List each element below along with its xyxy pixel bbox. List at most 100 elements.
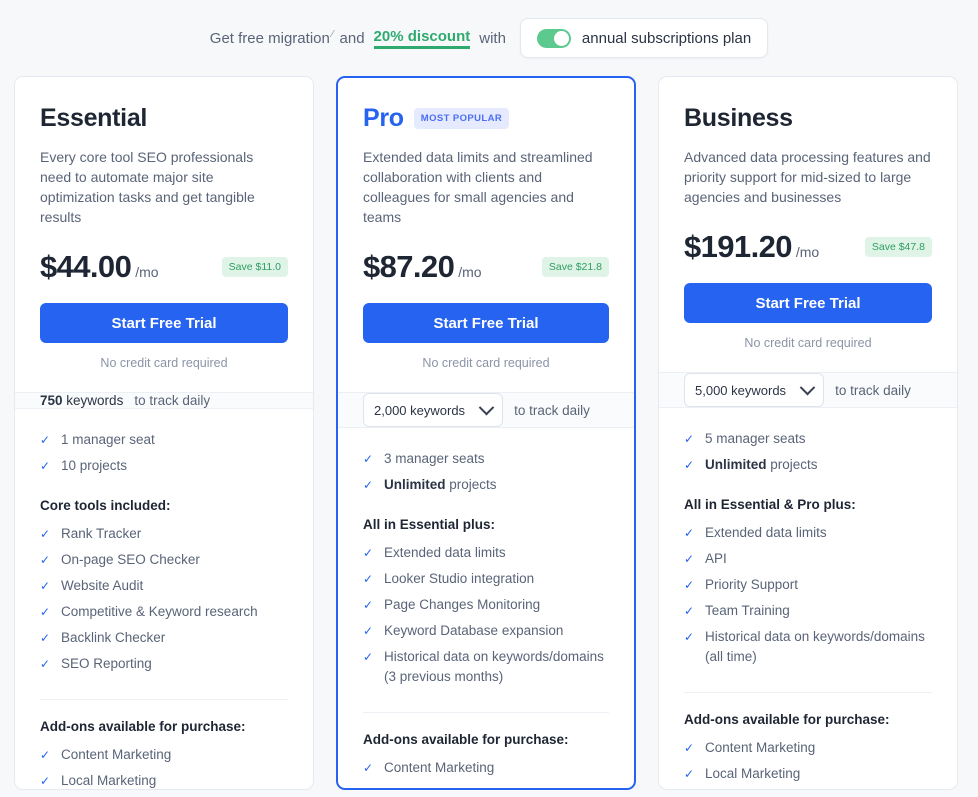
check-icon: ✓ [40,579,51,593]
start-free-trial-button[interactable]: Start Free Trial [363,303,609,343]
check-icon: ✓ [40,527,51,541]
plan-title-row: Pro MOST POPULAR [363,103,609,133]
feature-item: ✓ Extended data limits [684,520,932,546]
keywords-select[interactable]: 5,000 keywords [684,373,825,407]
annual-plan-switch[interactable] [536,28,571,48]
feature-item: ✓ SEO Reporting [40,651,288,677]
feature-list: ✓ Extended data limits ✓ Looker Studio inte… [363,540,609,690]
addon-item: ✓Manager seats [684,787,932,789]
addon-item-label: Local Marketing [61,773,157,788]
addons-list: ✓Content Marketing✓Local Marketing✓Manag… [40,742,288,789]
plan-price: $87.20 [363,249,455,284]
plan-name: Business [684,103,793,132]
addon-item: ✓ Local Marketing [684,761,932,787]
feature-item: ✓ Competitive & Keyword research [40,599,288,625]
addons-title: Add-ons available for purchase: [363,732,569,747]
check-icon: ✓ [684,578,695,592]
feature-item-label: Looker Studio integration [384,571,535,586]
start-free-trial-button[interactable]: Start Free Trial [40,303,288,343]
feature-item: ✓ 3 manager seats [363,446,609,472]
plan-description: Advanced data processing features and pr… [684,149,931,205]
addon-item-label: Content Marketing [61,747,172,762]
feature-item-label: 3 manager seats [384,451,485,466]
check-icon: ✓ [363,452,374,466]
keywords-word: keywords [66,393,124,408]
feature-item-label: Competitive & Keyword research [61,604,258,619]
addons-list: ✓Content Marketing✓Local Marketing✓Manag… [363,755,609,788]
feature-item: ✓ Page Changes Monitoring [363,592,609,618]
pricing-cards: Essential Every core tool SEO professiona… [0,76,978,790]
check-icon: ✓ [684,604,695,618]
check-icon: ✓ [363,598,374,612]
pricing-card-business: Business Advanced data processing feature… [658,76,958,790]
keywords-strip: 750 keywords to track daily [15,392,313,409]
top-feature-list: ✓ 5 manager seats ✓ Unlimited projects [684,426,932,478]
feature-item-label: Historical data on keywords/domains (3 p… [384,649,604,684]
feature-item: ✓ 1 manager seat [40,427,288,453]
section-divider [40,699,288,700]
card-features: ✓ 3 manager seats ✓ Unlimited projects All i… [338,428,634,788]
check-icon: ✓ [363,546,374,560]
keywords-static-value: 750 keywords [40,393,123,408]
addons-list: ✓ Content Marketing ✓Local Marketing✓Manag… [684,735,932,789]
feature-item-label: Priority Support [705,577,799,592]
keywords-select[interactable]: 2,000 keywords [363,393,504,427]
feature-item-label: 5 manager seats [705,431,806,446]
feature-item: ✓ Historical data on keywords/domains (al… [684,624,932,670]
addon-item: ✓ Local Marketing [363,781,609,788]
card-header: Business Advanced data processing feature… [659,77,957,372]
keywords-suffix: to track daily [835,382,911,398]
check-icon: ✓ [684,630,695,644]
feature-item: ✓ 5 manager seats [684,426,932,452]
check-icon: ✓ [363,572,374,586]
save-badge: Save $21.8 [541,257,609,277]
annual-plan-toggle-box[interactable]: annual subscriptions plan [519,18,769,58]
pricing-card-pro: Pro MOST POPULAR Extended data limits and … [336,76,636,790]
feature-item: ✓ Rank Tracker [40,521,288,547]
feature-item: ✓ Backlink Checker [40,625,288,651]
check-icon: ✓ [363,784,373,788]
price-period: /mo [458,264,482,280]
feature-item-label: Team Training [705,603,790,618]
feature-item-label: 10 projects [61,458,128,473]
keywords-strip: 5,000 keywords to track daily [659,372,957,408]
price-row: $191.20/mo Save $47.8 [684,229,932,265]
plan-name: Pro [363,103,404,132]
plan-price: $44.00 [40,249,132,284]
feature-list: ✓ Extended data limits ✓ API ✓ Priority Suppo… [684,520,932,670]
feature-item-label: 1 manager seat [61,432,155,447]
check-icon: ✓ [684,432,695,446]
addon-item-label: Content Marketing [705,740,816,755]
check-icon: ✓ [40,459,51,473]
check-icon: ✓ [684,458,695,472]
start-free-trial-button[interactable]: Start Free Trial [684,283,932,323]
feature-item-label: Historical data on keywords/domains (all… [705,629,925,664]
plan-title-row: Essential [40,103,288,133]
keywords-strip: 2,000 keywords to track daily [338,392,634,428]
most-popular-badge: MOST POPULAR [413,107,510,129]
price-period: /mo [795,244,820,260]
addon-item-label: Local Marketing [705,766,801,781]
feature-list: ✓ Rank Tracker ✓ On-page SEO Checker ✓ Websit… [40,521,288,677]
annual-plan-toggle-label: annual subscriptions plan [581,29,752,47]
promo-text-before: Get free migration ⁄ [209,29,334,47]
feature-item: ✓ API [684,546,932,572]
addon-item-label: Content Marketing [384,760,495,775]
check-icon: ✓ [363,761,374,775]
promo-text-with: with [479,29,506,47]
price-row: $87.20/mo Save $21.8 [363,249,609,285]
check-icon: ✓ [363,624,374,638]
check-icon: ✓ [40,774,51,788]
feature-item-label: Extended data limits [384,545,506,560]
addon-item: ✓ Content Marketing [684,735,932,761]
addon-item-label: Local Marketing [384,784,479,788]
addon-item: ✓ Content Marketing [40,742,288,768]
feature-item: ✓ Unlimited projects [363,472,609,498]
check-icon: ✓ [40,631,51,645]
feature-item-label: Rank Tracker [61,526,142,541]
check-icon: ✓ [684,741,695,755]
save-badge: Save $47.8 [864,237,932,257]
feature-item-label: SEO Reporting [61,656,152,671]
feature-item: ✓ Priority Support [684,572,932,598]
promo-text-and: and [339,29,365,47]
